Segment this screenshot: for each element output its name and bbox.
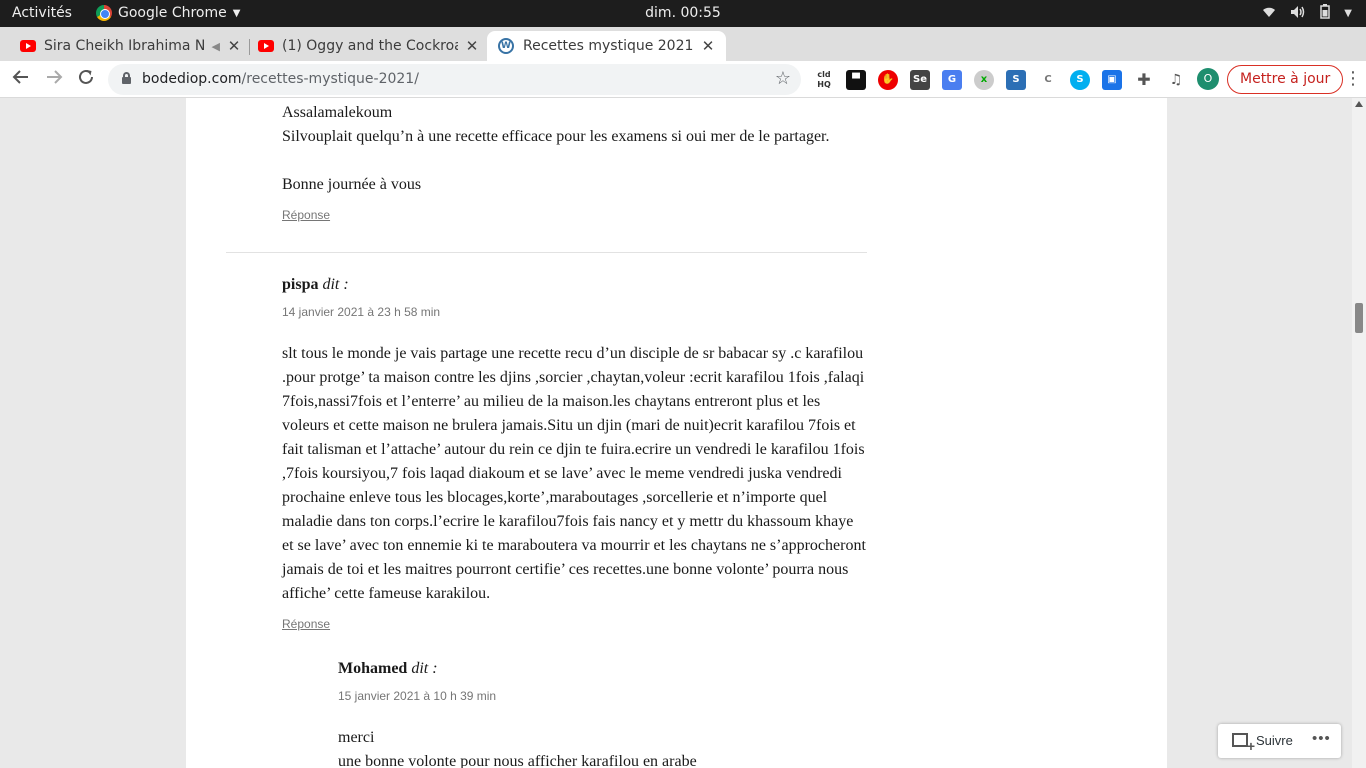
reply-link[interactable]: Réponse <box>282 208 330 222</box>
forward-button[interactable] <box>43 68 65 91</box>
reader-follow-icon <box>1232 733 1255 754</box>
arrow-left-icon <box>12 70 28 84</box>
says-label: dit : <box>322 276 349 293</box>
comment-text-line: et se lave’ avec ton ennemie ki te marab… <box>282 537 866 554</box>
update-button[interactable]: Mettre à jour <box>1227 65 1344 94</box>
comment-text-line: prochaine enleve tous les blocages,korte… <box>282 489 828 506</box>
youtube-icon <box>258 40 274 52</box>
bookmark-star-icon[interactable]: ☆ <box>775 68 791 89</box>
url-text[interactable]: bodediop.com/recettes-mystique-2021/ <box>142 71 419 87</box>
tab-separator <box>249 39 250 55</box>
comment-text-line: jamais de toi et les maitres pourront ce… <box>282 561 849 578</box>
url-path: /recettes-mystique-2021/ <box>241 71 419 87</box>
comment-text-line: maladie dans ton corps.l’ecrire le karaf… <box>282 513 854 530</box>
media-control-icon[interactable]: ♫ <box>1166 70 1186 90</box>
comment-text-line: fait talisman et l’attache’ autour du re… <box>282 441 865 458</box>
close-icon[interactable]: ✕ <box>464 37 480 55</box>
chrome-icon <box>96 5 112 21</box>
profile-avatar[interactable]: O <box>1197 68 1219 90</box>
youtube-icon <box>20 40 36 52</box>
page-viewport: Assalamalekoum Silvouplait quelqu’n à un… <box>0 98 1366 768</box>
clipboard-extension-icon[interactable]: ▀ <box>846 70 866 90</box>
more-menu-icon[interactable]: ⋮ <box>1344 68 1362 89</box>
system-tray[interactable]: ▼ <box>1262 4 1352 23</box>
comment-text-line: Bonne journée à vous <box>282 176 422 193</box>
more-options-icon[interactable]: ••• <box>1312 730 1331 747</box>
system-top-bar: Activités Google Chrome ▼ dim. 00:55 ▼ <box>0 0 1366 27</box>
comments-area: Assalamalekoum Silvouplait quelqu’n à un… <box>186 98 1167 768</box>
arrow-right-icon <box>47 70 63 84</box>
tab-recettes-active[interactable]: W Recettes mystique 2021 | C ✕ <box>487 31 726 61</box>
lock-icon[interactable] <box>122 72 131 84</box>
tab-strip: Sira Cheikh Ibrahima N ◀ ✕ (1) Oggy and … <box>0 27 1366 82</box>
comment-author: pispa dit : <box>282 276 349 294</box>
translate-extension-icon[interactable]: G <box>942 70 962 90</box>
comment-divider <box>226 252 867 253</box>
scrollbar-thumb[interactable] <box>1355 303 1363 333</box>
author-name[interactable]: pispa <box>282 276 318 293</box>
speaker-icon: ◀ <box>211 39 220 53</box>
s-extension-icon[interactable]: S <box>1006 70 1026 90</box>
reload-button[interactable] <box>75 68 97 91</box>
window-extension-icon[interactable]: ▣ <box>1102 70 1122 90</box>
chevron-down-icon: ▼ <box>232 7 241 19</box>
comment-text-line: Silvouplait quelqu’n à une recette effic… <box>282 128 830 145</box>
author-name[interactable]: Mohamed <box>338 660 407 677</box>
says-label: dit : <box>411 660 438 677</box>
page-scrollbar[interactable] <box>1352 98 1366 768</box>
chevron-down-icon: ▼ <box>1344 8 1352 19</box>
comment-date[interactable]: 15 janvier 2021 à 10 h 39 min <box>338 689 496 703</box>
comment-text-line: une bonne volonte pour nous afficher kar… <box>338 753 697 768</box>
tab-sira-cheikh[interactable]: Sira Cheikh Ibrahima N ◀ ✕ <box>20 31 242 61</box>
browser-toolbar: bodediop.com/recettes-mystique-2021/ ☆ c… <box>0 61 1366 98</box>
tab-title: Sira Cheikh Ibrahima N <box>44 38 206 54</box>
comment-text-line: slt tous le monde je vais partage une re… <box>282 345 864 362</box>
comment-text-line: ,7fois koursiyou,7 fois laqad diakoum et… <box>282 465 842 482</box>
comment-date[interactable]: 14 janvier 2021 à 23 h 58 min <box>282 305 440 319</box>
tab-oggy[interactable]: (1) Oggy and the Cockroa ✕ <box>258 31 480 61</box>
cloudhq-extension-icon[interactable]: cld HQ <box>814 70 834 90</box>
close-icon[interactable]: ✕ <box>700 37 716 55</box>
reply-link[interactable]: Réponse <box>282 617 330 631</box>
comment-author: Mohamed dit : <box>338 660 438 678</box>
comment-text-line: merci <box>338 729 375 746</box>
tab-title: (1) Oggy and the Cockroa <box>282 38 458 54</box>
comment-text-line: .pour protge’ ta maison contre les djins… <box>282 369 865 386</box>
wordpress-icon: W <box>498 38 514 54</box>
back-button[interactable] <box>10 68 32 91</box>
comment-text-line: affiche’ cette fameuse karakilou. <box>282 585 491 602</box>
follow-button[interactable]: Suivre <box>1256 733 1293 748</box>
puzzle-extensions-icon[interactable]: ✚ <box>1134 70 1154 90</box>
app-name: Google Chrome <box>118 5 227 21</box>
reload-icon <box>79 69 93 84</box>
excel-extension-icon[interactable]: x <box>974 70 994 90</box>
skype-extension-icon[interactable]: S <box>1070 70 1090 90</box>
follow-widget[interactable]: Suivre ••• <box>1218 724 1341 758</box>
url-domain: bodediop.com <box>142 71 242 87</box>
comment-text-line: 7fois,nassi7fois et l’enterre’ au milieu… <box>282 393 821 410</box>
address-bar[interactable]: bodediop.com/recettes-mystique-2021/ ☆ <box>108 64 801 95</box>
close-icon[interactable]: ✕ <box>226 37 242 55</box>
tab-title: Recettes mystique 2021 | C <box>523 38 694 54</box>
wifi-icon <box>1262 6 1276 22</box>
selenium-extension-icon[interactable]: Se <box>910 70 930 90</box>
comment-text-line: voleurs et cette maison ne brulera jamai… <box>282 417 856 434</box>
battery-icon <box>1320 4 1331 23</box>
volume-icon <box>1290 5 1306 23</box>
c-extension-icon[interactable]: C <box>1038 70 1058 90</box>
comment-text-line: Assalamalekoum <box>282 104 393 121</box>
adblock-extension-icon[interactable]: ✋ <box>878 70 898 90</box>
app-menu[interactable]: Google Chrome ▼ <box>96 5 240 21</box>
scroll-up-arrow-icon[interactable] <box>1355 101 1363 107</box>
activities-button[interactable]: Activités <box>12 5 72 21</box>
